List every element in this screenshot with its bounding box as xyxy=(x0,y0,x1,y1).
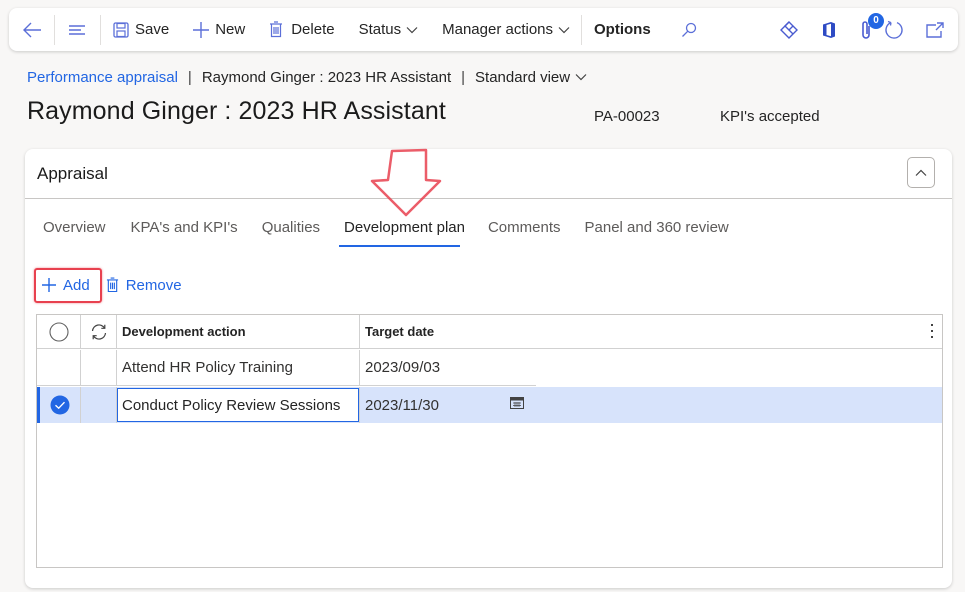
trash-icon xyxy=(106,277,119,293)
remove-button[interactable]: Remove xyxy=(100,270,188,300)
appraisal-status: KPI's accepted xyxy=(720,108,820,125)
tab-label: KPA's and KPI's xyxy=(130,219,238,236)
menu-lines-icon xyxy=(68,24,86,36)
chevron-down-icon xyxy=(406,26,418,34)
tab-label: Qualities xyxy=(261,219,321,236)
chevron-down-icon xyxy=(558,26,570,34)
tab-panel-and-360-review[interactable]: Panel and 360 review xyxy=(571,209,739,247)
grid-header-row: Development action Target date xyxy=(37,315,942,349)
row-select[interactable] xyxy=(37,350,81,386)
status-label: Status xyxy=(358,21,402,38)
add-button[interactable]: Add xyxy=(35,270,96,300)
tab-label: Comments xyxy=(487,219,561,236)
breadcrumb-record: Raymond Ginger : 2023 HR Assistant xyxy=(201,68,452,86)
action-toolbar: Save New Delete Status Manager actions O… xyxy=(9,8,958,51)
page-title: Raymond Ginger : 2023 HR Assistant xyxy=(27,97,446,125)
development-plan-grid: Development action Target date Attend HR… xyxy=(36,314,943,568)
open-new-window-button[interactable] xyxy=(926,8,958,51)
development-action-input[interactable]: Conduct Policy Review Sessions xyxy=(117,388,359,422)
more-vertical-icon xyxy=(931,324,933,338)
refresh-icon xyxy=(884,20,904,40)
trash-icon xyxy=(269,21,283,38)
checkmark-circle-icon xyxy=(50,395,70,415)
column-header-development-action[interactable]: Development action xyxy=(117,315,360,348)
table-row[interactable]: Attend HR Policy Training 2023/09/03 xyxy=(37,350,942,386)
breadcrumb: Performance appraisal | Raymond Ginger :… xyxy=(27,67,587,87)
target-date-cell[interactable]: 2023/09/03 xyxy=(360,350,536,386)
calendar-icon[interactable] xyxy=(510,396,524,409)
menu-button[interactable] xyxy=(55,8,100,51)
attachments-button[interactable]: 0 xyxy=(860,8,884,51)
row-spacer xyxy=(81,350,117,386)
pop-out-icon xyxy=(926,21,944,38)
select-all-checkbox[interactable] xyxy=(37,315,81,348)
save-icon xyxy=(113,21,129,38)
more-options-button[interactable] xyxy=(930,323,934,344)
tab-kpas-and-kpis[interactable]: KPA's and KPI's xyxy=(116,209,248,247)
new-label: New xyxy=(215,21,246,38)
cell-text: Attend HR Policy Training xyxy=(122,359,293,376)
new-button[interactable]: New xyxy=(169,8,245,51)
options-button[interactable]: Options xyxy=(582,8,651,51)
paperclip-icon: 0 xyxy=(860,12,884,40)
power-apps-diamond-icon xyxy=(780,20,798,39)
attachments-count-badge: 0 xyxy=(868,12,884,29)
tab-label: Development plan xyxy=(344,219,465,236)
search-button[interactable] xyxy=(651,8,697,51)
manager-actions-menu[interactable]: Manager actions xyxy=(418,8,581,51)
breadcrumb-separator: | xyxy=(187,68,192,86)
add-label: Add xyxy=(63,276,90,294)
view-label: Standard view xyxy=(475,68,571,86)
view-selector[interactable]: Standard view xyxy=(475,69,587,86)
column-label: Development action xyxy=(122,324,246,339)
refresh-button[interactable] xyxy=(884,8,926,51)
delete-button[interactable]: Delete xyxy=(245,8,335,51)
breadcrumb-separator: | xyxy=(461,68,466,86)
back-button[interactable] xyxy=(9,8,54,51)
save-label: Save xyxy=(135,21,170,38)
save-button[interactable]: Save xyxy=(101,8,169,51)
tab-qualities[interactable]: Qualities xyxy=(248,209,330,247)
appraisal-id: PA-00023 xyxy=(594,108,660,125)
table-row-selected[interactable]: Conduct Policy Review Sessions 2023/11/3… xyxy=(37,387,942,423)
arrow-left-icon xyxy=(22,22,42,38)
search-icon xyxy=(681,22,697,38)
tab-overview[interactable]: Overview xyxy=(25,209,116,247)
development-action-cell[interactable]: Attend HR Policy Training xyxy=(117,350,360,386)
row-spacer xyxy=(81,387,117,423)
office-icon xyxy=(822,21,836,39)
card-title: Appraisal xyxy=(37,163,108,183)
sync-icon xyxy=(91,323,106,340)
column-header-target-date[interactable]: Target date xyxy=(360,315,942,348)
collapse-button[interactable] xyxy=(907,157,935,188)
tab-list: Overview KPA's and KPI's Qualities Devel… xyxy=(25,209,739,247)
appraisal-card: Appraisal Overview KPA's and KPI's Quali… xyxy=(25,148,952,588)
manager-actions-label: Manager actions xyxy=(442,21,554,38)
development-action-cell[interactable]: Conduct Policy Review Sessions xyxy=(117,387,360,423)
cell-text: 2023/09/03 xyxy=(365,359,441,376)
plus-icon xyxy=(192,21,210,39)
breadcrumb-performance-appraisal[interactable]: Performance appraisal xyxy=(27,69,178,86)
tab-label: Panel and 360 review xyxy=(584,219,729,236)
chevron-up-icon xyxy=(915,169,927,177)
row-select-checkbox[interactable] xyxy=(37,387,81,423)
target-date-cell[interactable]: 2023/11/30 xyxy=(360,387,536,423)
tab-development-plan[interactable]: Development plan xyxy=(330,209,469,247)
column-label: Target date xyxy=(365,324,435,339)
power-apps-button[interactable] xyxy=(780,8,822,51)
date-value: 2023/11/30 xyxy=(365,396,439,414)
remove-label: Remove xyxy=(125,276,182,294)
refresh-grid-button[interactable] xyxy=(81,315,117,348)
options-label: Options xyxy=(594,21,651,38)
chevron-down-icon xyxy=(575,73,587,81)
circle-icon xyxy=(48,321,69,342)
tab-label: Overview xyxy=(43,219,106,236)
tab-comments[interactable]: Comments xyxy=(469,209,571,247)
appraisal-card-header: Appraisal xyxy=(25,149,952,199)
grid-actions: Add Remove xyxy=(35,270,188,300)
status-menu[interactable]: Status xyxy=(335,8,419,51)
delete-label: Delete xyxy=(291,21,335,38)
plus-icon xyxy=(41,277,57,293)
office-button[interactable] xyxy=(822,8,860,51)
